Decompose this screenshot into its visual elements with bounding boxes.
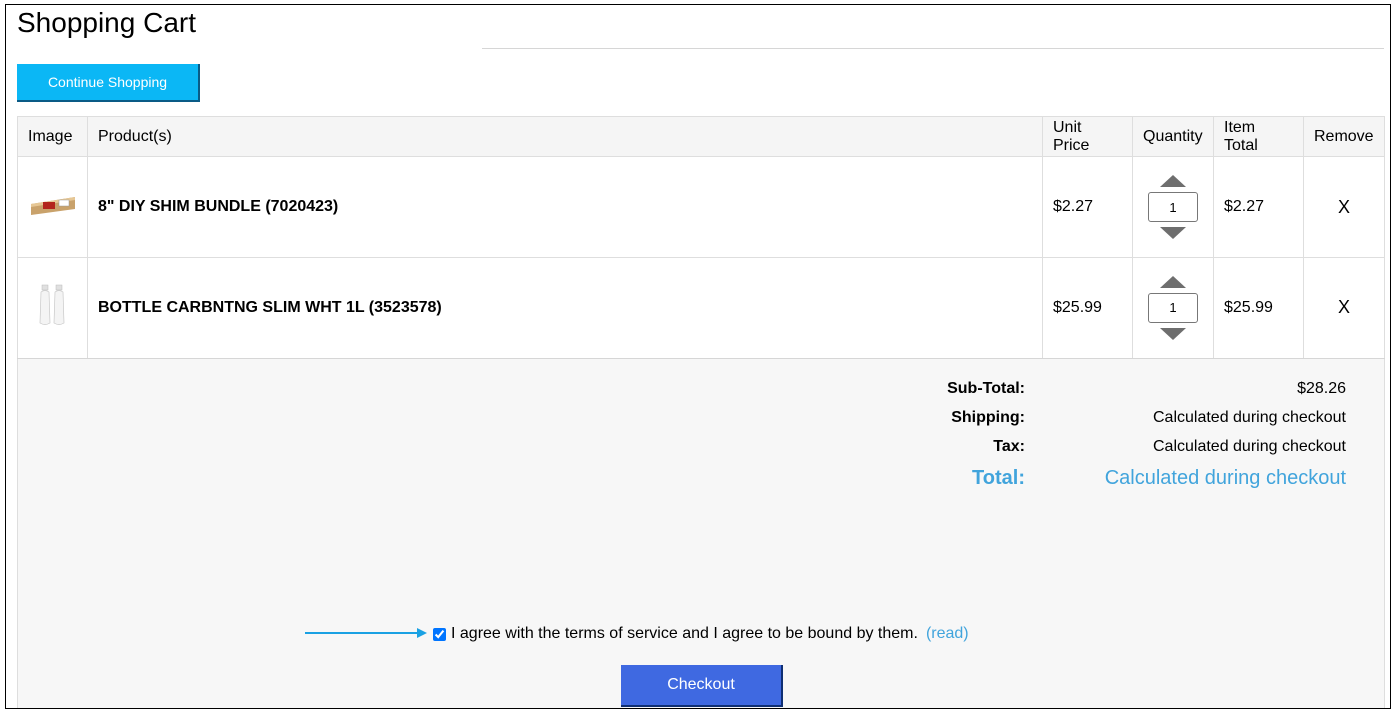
item-total: $25.99 <box>1213 257 1304 360</box>
tax-value: Calculated during checkout <box>1152 438 1346 455</box>
product-name[interactable]: BOTTLE CARBNTNG SLIM WHT 1L (3523578) <box>98 299 442 316</box>
cart-table: Image Product(s) Unit Price Quantity Ite… <box>17 116 1385 360</box>
terms-agreement: I agree with the terms of service and I … <box>305 625 969 643</box>
table-row: BOTTLE CARBNTNG SLIM WHT 1L (3523578) $2… <box>17 257 1385 360</box>
product-image-cell <box>17 257 88 360</box>
header-unit-price: Unit Price <box>1042 116 1133 157</box>
product-name-cell: BOTTLE CARBNTNG SLIM WHT 1L (3523578) <box>87 257 1043 360</box>
shim-bundle-thumbnail[interactable] <box>29 194 77 221</box>
table-row: 8" DIY SHIM BUNDLE (7020423) $2.27 $2.27… <box>17 156 1385 258</box>
header-image: Image <box>17 116 88 157</box>
shipping-label: Shipping: <box>951 409 1025 426</box>
subtotal-value: $28.26 <box>1297 380 1346 397</box>
quantity-increase-icon[interactable] <box>1160 275 1186 288</box>
total-value: Calculated during checkout <box>1104 467 1346 489</box>
header-quantity: Quantity <box>1132 116 1214 157</box>
header-item-total: Item Total <box>1213 116 1304 157</box>
terms-read-link[interactable]: (read) <box>926 625 969 643</box>
tax-label: Tax: <box>993 438 1025 455</box>
quantity-decrease-icon[interactable] <box>1160 227 1186 239</box>
continue-shopping-button[interactable]: Continue Shopping <box>17 64 200 102</box>
shipping-value: Calculated during checkout <box>1152 409 1346 426</box>
quantity-cell <box>1132 257 1214 360</box>
quantity-decrease-icon[interactable] <box>1160 327 1186 340</box>
remove-item-button[interactable]: X <box>1338 297 1350 317</box>
header-product: Product(s) <box>87 116 1043 157</box>
unit-price: $25.99 <box>1042 257 1133 360</box>
title-divider <box>482 48 1384 49</box>
page-title: Shopping Cart <box>17 7 197 38</box>
total-label: Total: <box>972 467 1025 489</box>
header-remove: Remove <box>1303 116 1385 157</box>
quantity-input[interactable] <box>1148 292 1198 323</box>
subtotal-label: Sub-Total: <box>947 380 1025 397</box>
terms-checkbox[interactable] <box>433 627 446 641</box>
terms-text: I agree with the terms of service and I … <box>451 625 918 642</box>
quantity-input[interactable] <box>1148 192 1198 222</box>
cart-page: Shopping Cart Continue Shopping Image Pr… <box>5 4 1391 709</box>
product-image-cell <box>17 156 88 258</box>
table-header-row: Image Product(s) Unit Price Quantity Ite… <box>17 116 1385 157</box>
order-summary: Sub-Total: $28.26 Shipping: Calculated d… <box>17 359 1385 708</box>
product-name-cell: 8" DIY SHIM BUNDLE (7020423) <box>87 156 1043 258</box>
product-name[interactable]: 8" DIY SHIM BUNDLE (7020423) <box>98 198 338 215</box>
item-total: $2.27 <box>1213 156 1304 258</box>
quantity-cell <box>1132 156 1214 258</box>
arrow-right-icon <box>305 625 427 643</box>
remove-cell: X <box>1303 257 1385 360</box>
remove-cell: X <box>1303 156 1385 258</box>
checkout-button[interactable]: Checkout <box>621 665 783 707</box>
bottles-thumbnail[interactable] <box>38 283 68 332</box>
unit-price: $2.27 <box>1042 156 1133 258</box>
quantity-increase-icon[interactable] <box>1160 175 1186 187</box>
remove-item-button[interactable]: X <box>1338 197 1350 217</box>
